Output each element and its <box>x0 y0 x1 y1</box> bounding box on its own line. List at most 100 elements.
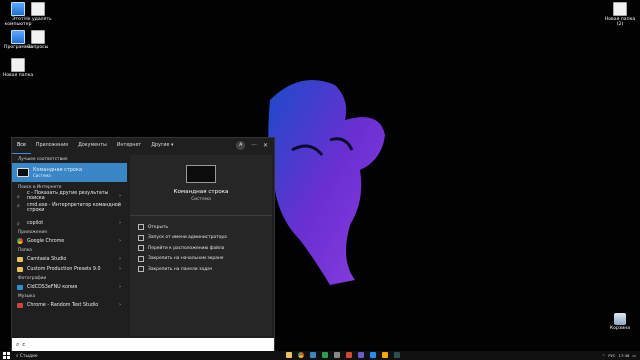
action-pin-taskbar[interactable]: Закрепить на панели задач <box>130 264 272 275</box>
taskbar-search[interactable]: ⌕ Стыдие <box>16 353 38 359</box>
notification-icon[interactable]: ▭ <box>632 353 636 358</box>
pin-icon <box>138 255 144 262</box>
section-apps: Приложения <box>18 230 47 235</box>
desktop-icon-label: Запросы <box>27 45 49 50</box>
chrome-icon <box>17 238 23 244</box>
windows-start-icon[interactable] <box>3 352 10 359</box>
edge-icon[interactable] <box>310 352 316 358</box>
best-match-sub: Система <box>33 173 51 178</box>
web-result-item[interactable]: ⌕ c - Показать другие результаты поиска … <box>12 191 127 201</box>
folder-result-item[interactable]: Camtasia Studio › <box>12 254 127 264</box>
clock-time: 17:48 <box>618 353 630 358</box>
taskbar: ⌕ Стыдие ^ РУС 17:48 ▭ <box>0 351 640 360</box>
search-icon: ⌕ <box>17 203 20 209</box>
document-icon <box>11 58 25 72</box>
section-best-match: Лучшее соответствие <box>18 157 68 162</box>
section-web: Поиск в Интернете <box>18 185 62 190</box>
document-icon <box>613 2 627 16</box>
clock[interactable]: 17:48 <box>618 353 629 358</box>
chevron-right-icon[interactable]: › <box>119 193 121 199</box>
desktop-icon-label: Корзина <box>609 326 631 331</box>
desktop-icon-label: Новая папка (2) <box>604 17 636 27</box>
tab-all[interactable]: Все <box>12 138 31 154</box>
chevron-right-icon[interactable]: › <box>119 238 121 244</box>
explorer-icon[interactable] <box>286 352 292 358</box>
results-list: Лучшее соответствие Командная строка Сис… <box>12 155 127 336</box>
app-icon[interactable] <box>370 352 376 358</box>
app-icon[interactable] <box>382 352 388 358</box>
folder-result-label: Custom Production Presets 9.0 <box>27 266 101 272</box>
desktop-icon-new-folder-2[interactable]: Новая папка (2) <box>603 2 637 27</box>
best-match-item[interactable]: Командная строка Система <box>12 163 127 182</box>
chevron-right-icon[interactable]: › <box>119 284 121 290</box>
recycle-bin-icon <box>614 313 626 325</box>
action-label: Перейти к расположению файла <box>148 245 225 251</box>
search-icon: ⌕ <box>17 220 20 227</box>
shield-icon <box>138 234 144 241</box>
tab-web[interactable]: Интернет <box>112 138 146 154</box>
action-label: Открыть <box>148 224 169 230</box>
web-result-item[interactable]: ⌕ cmd.exe - Интерпретатор командной стро… <box>12 201 127 218</box>
search-tabs: Все Приложения Документы Интернет Другие… <box>12 138 274 154</box>
system-tray: ^ РУС 17:48 ▭ <box>602 351 636 360</box>
web-result-label-cont: строки <box>27 208 45 213</box>
preview-actions: Открыть Запуск от имени администратора П… <box>130 222 272 275</box>
web-result-item[interactable]: ⌕ copilot › <box>12 218 127 228</box>
start-search-panel: Все Приложения Документы Интернет Другие… <box>11 137 275 353</box>
taskbar-apps <box>286 352 400 358</box>
section-photos: Фотографии <box>18 276 47 281</box>
desktop-icon-new-folder[interactable]: Новая папка <box>1 58 35 78</box>
tab-apps[interactable]: Приложения <box>31 138 73 154</box>
app-icon[interactable] <box>394 352 400 358</box>
avatar[interactable]: A <box>236 141 246 150</box>
tray-chevron-icon[interactable]: ^ <box>602 353 605 358</box>
folder-result-item[interactable]: Custom Production Presets 9.0 › <box>12 264 127 274</box>
more-options-icon[interactable]: ··· <box>251 142 257 149</box>
web-result-label: copilot <box>27 220 44 226</box>
chevron-right-icon[interactable]: › <box>119 220 121 226</box>
chevron-right-icon[interactable]: › <box>119 302 121 308</box>
search-value: c <box>22 341 26 348</box>
action-pin-start[interactable]: Закрепить на начальном экране <box>130 254 272 265</box>
chevron-right-icon[interactable]: › <box>119 256 121 262</box>
tab-more[interactable]: Другие ▾ <box>146 138 178 154</box>
folder-icon <box>138 245 144 252</box>
lang-indicator[interactable]: РУС <box>608 353 615 358</box>
chrome-icon[interactable] <box>298 352 304 358</box>
desktop-icon-label: Новая папка <box>2 73 34 78</box>
action-run-as-admin[interactable]: Запуск от имени администратора <box>130 233 272 244</box>
web-result-label: c - Показать другие результаты поиска <box>27 191 109 201</box>
action-open[interactable]: Открыть <box>130 222 272 233</box>
document-icon <box>31 2 45 16</box>
desktop-icon-label: Не удалять <box>24 17 52 22</box>
chevron-right-icon[interactable]: › <box>119 266 121 272</box>
desktop-icon-zaprosy[interactable]: Запросы <box>21 30 55 50</box>
taskbar-search-label: Стыдие <box>19 353 38 359</box>
photo-icon <box>17 284 23 290</box>
photo-result-item[interactable]: CldCDS3eFNU копия › <box>12 282 127 292</box>
tab-documents[interactable]: Документы <box>73 138 112 154</box>
music-result-item[interactable]: Chrome - Random Test Studio › <box>12 300 127 310</box>
app-result-label: Google Chrome <box>27 238 65 244</box>
action-open-location[interactable]: Перейти к расположению файла <box>130 243 272 254</box>
cmd-large-icon <box>186 165 216 183</box>
camtasia-icon[interactable] <box>322 352 328 358</box>
app-result-item[interactable]: Google Chrome › <box>12 236 127 246</box>
section-music: Музыка <box>18 294 36 299</box>
app-icon[interactable] <box>358 352 364 358</box>
desktop-icon-ne-udalyat[interactable]: Не удалять <box>21 2 55 22</box>
preview-sub: Система <box>191 197 211 202</box>
chevron-right-icon[interactable]: › <box>119 203 121 209</box>
search-icon: ⌕ <box>16 340 20 348</box>
cmd-icon <box>17 168 29 177</box>
music-result-label: Chrome - Random Test Studio <box>27 302 99 308</box>
folder-icon <box>17 266 23 272</box>
photo-result-label: CldCDS3eFNU копия <box>27 284 78 290</box>
action-label: Закрепить на панели задач <box>148 266 213 272</box>
preview-pane: Командная строка Система Открыть Запуск … <box>130 155 272 336</box>
close-icon[interactable]: ✕ <box>263 142 268 149</box>
desktop-icon-recycle-bin[interactable]: Корзина <box>603 313 637 331</box>
search-input[interactable]: ⌕ c <box>12 338 274 351</box>
app-icon[interactable] <box>346 352 352 358</box>
app-icon[interactable] <box>334 352 340 358</box>
